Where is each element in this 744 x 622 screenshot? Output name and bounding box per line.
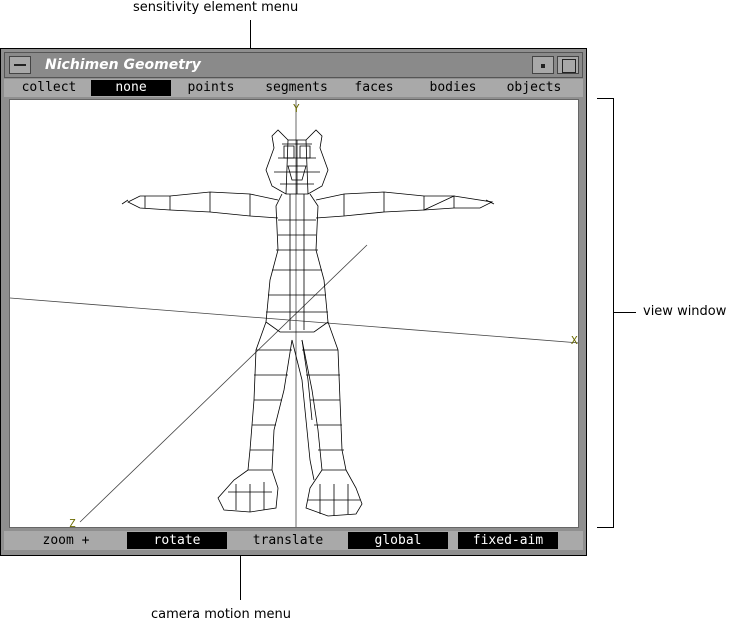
annotation-view-window: view window — [643, 304, 727, 319]
nichimen-window: Nichimen Geometry collect none points se… — [0, 48, 587, 556]
minimize-icon — [541, 64, 545, 68]
window-menu-icon — [14, 64, 26, 66]
menu-item-faces[interactable]: faces — [344, 80, 404, 96]
camera-item-translate[interactable]: translate — [230, 532, 346, 549]
view-window[interactable]: Y X Z — [9, 99, 579, 528]
camera-item-rotate[interactable]: rotate — [127, 532, 227, 549]
camera-item-zoom[interactable]: zoom + — [6, 532, 126, 549]
camera-item-fixed-aim[interactable]: fixed-aim — [458, 532, 558, 549]
x-axis-line — [10, 297, 578, 344]
maximize-icon — [562, 59, 576, 73]
minimize-button[interactable] — [532, 56, 554, 74]
maximize-button[interactable] — [557, 56, 579, 74]
annotation-sensitivity-menu: sensitivity element menu — [133, 0, 299, 15]
view-window-bracket-vertical — [613, 98, 614, 528]
character-wireframe — [121, 129, 495, 517]
camera-motion-menu: zoom + rotate translate global fixed-aim — [4, 531, 583, 550]
menu-item-segments[interactable]: segments — [254, 80, 339, 96]
camera-item-global[interactable]: global — [348, 532, 448, 549]
menu-item-none[interactable]: none — [91, 80, 171, 96]
view-window-bracket-tick — [614, 312, 636, 313]
annotation-camera-menu: camera motion menu — [151, 607, 292, 622]
z-axis-label: Z — [69, 517, 76, 528]
window-menu-button[interactable] — [9, 56, 31, 74]
window-title: Nichimen Geometry — [45, 57, 201, 73]
view-window-bracket-bottom — [597, 527, 614, 528]
menu-item-objects[interactable]: objects — [498, 80, 570, 96]
menu-item-bodies[interactable]: bodies — [419, 80, 487, 96]
scene-canvas: Y X Z — [10, 100, 578, 528]
z-axis-line — [79, 244, 368, 523]
x-axis-label: X — [571, 334, 578, 347]
menu-item-points[interactable]: points — [176, 80, 246, 96]
y-axis-label: Y — [293, 102, 300, 115]
title-bar[interactable]: Nichimen Geometry — [4, 52, 583, 78]
menu-item-collect[interactable]: collect — [10, 80, 88, 96]
view-window-bracket-top — [597, 98, 614, 99]
sensitivity-element-menu: collect none points segments faces bodie… — [4, 79, 583, 97]
